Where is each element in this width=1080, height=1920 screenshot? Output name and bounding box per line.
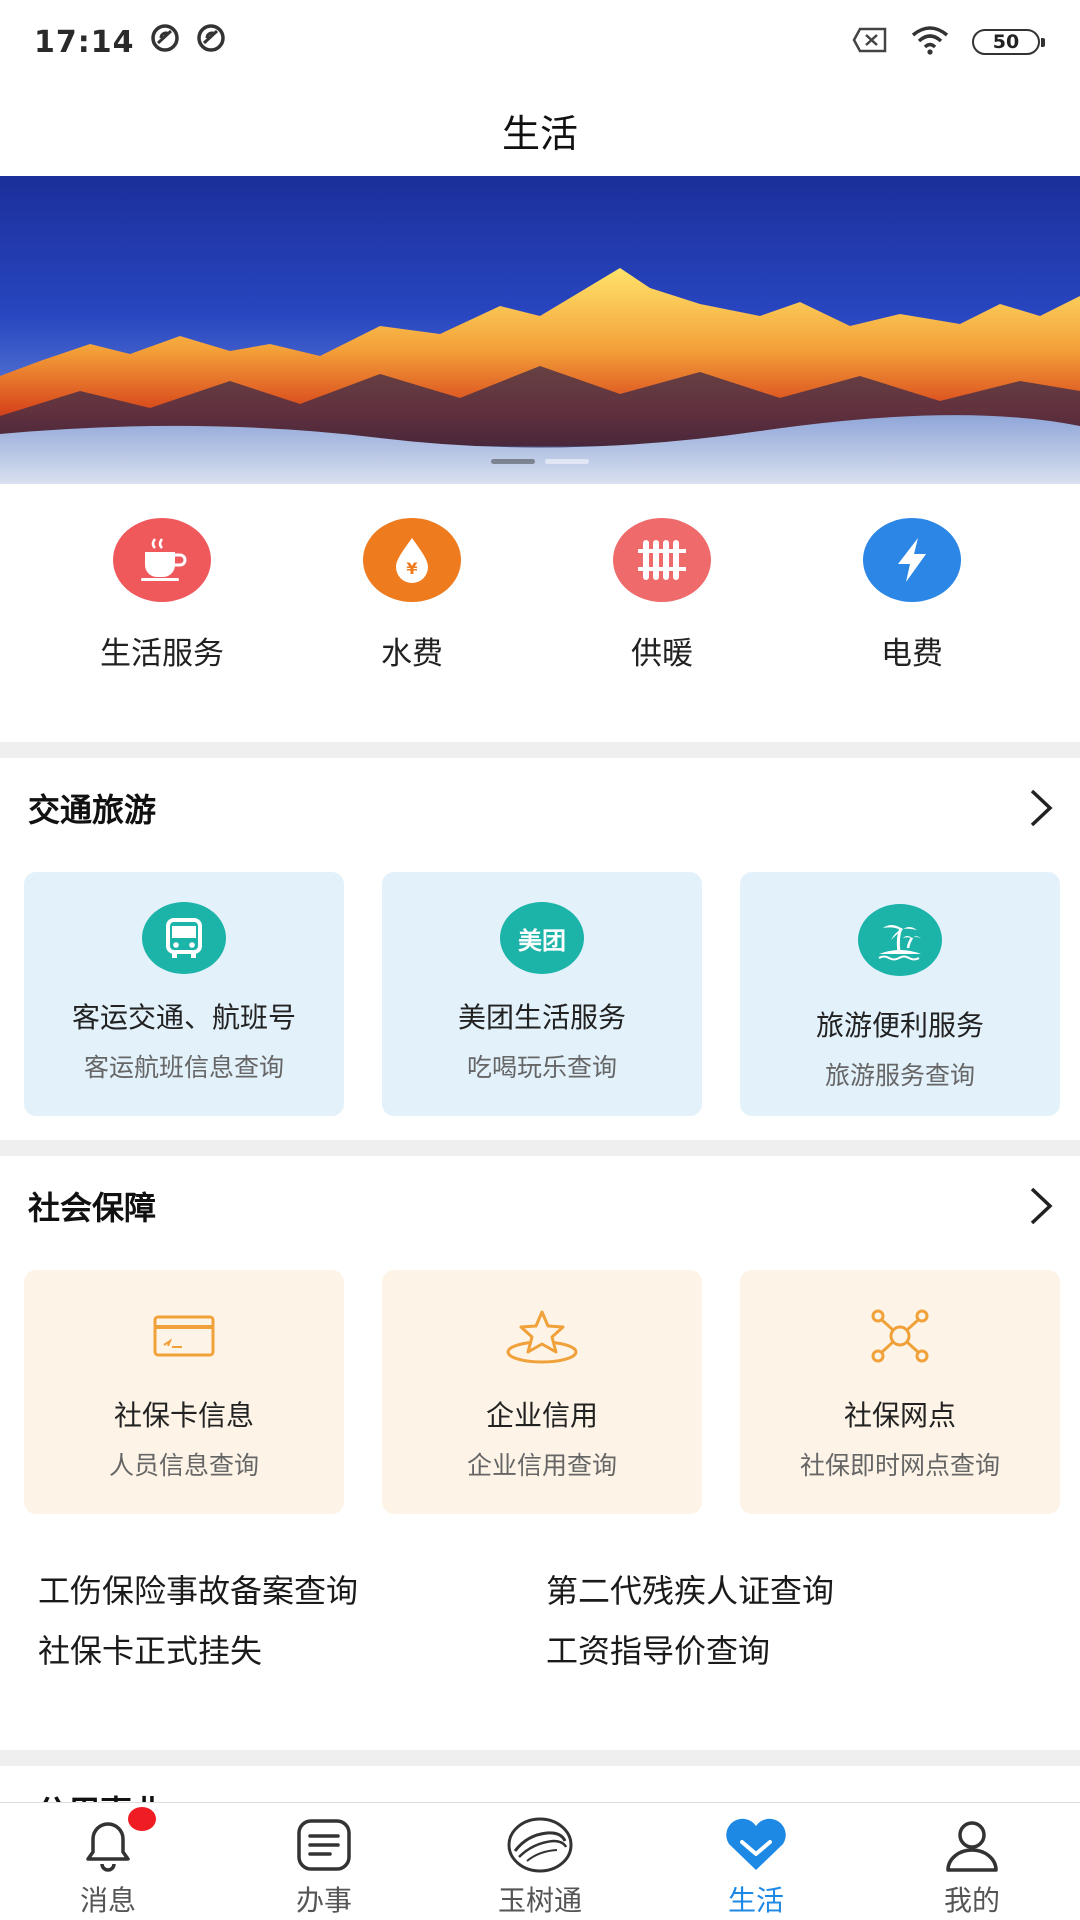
banner-carousel[interactable] [0, 176, 1080, 484]
lightning-icon [863, 518, 961, 602]
banner-pager [0, 459, 1080, 464]
quick-water-fee-label: 水费 [381, 636, 443, 672]
island-palm-icon [858, 904, 942, 976]
card-subtitle: 企业信用查询 [466, 1451, 617, 1480]
notification-icon [149, 22, 181, 62]
star-icon [500, 1300, 584, 1372]
card-title: 社保卡信息 [113, 1399, 254, 1432]
quick-services: 生活服务 ¥ 水费 供暖 电费 [0, 484, 1080, 740]
card-title: 社保网点 [843, 1399, 956, 1432]
transport-section-header[interactable]: 交通旅游 [0, 758, 1080, 858]
card-transport-flight[interactable]: 客运交通、航班号 客运航班信息查询 [24, 872, 344, 1116]
tab-label: 生活 [727, 1884, 784, 1917]
section-title: 社会保障 [28, 1189, 157, 1227]
card-travel[interactable]: 旅游便利服务 旅游服务查询 [740, 872, 1060, 1116]
pager-dot [545, 459, 589, 464]
status-left: 17:14 [34, 22, 227, 62]
tab-services[interactable]: 办事 [216, 1803, 432, 1920]
section-divider [0, 1750, 1080, 1766]
id-card-icon [142, 1300, 226, 1372]
mountain-banner-image [0, 176, 1080, 484]
link-injury-insurance[interactable]: 工伤保险事故备案查询 [38, 1572, 546, 1610]
tab-label: 消息 [79, 1884, 136, 1917]
card-title: 企业信用 [485, 1399, 598, 1432]
card-subtitle: 客运航班信息查询 [83, 1053, 284, 1082]
quick-heating[interactable]: 供暖 [537, 484, 787, 740]
app-logo-icon [504, 1815, 576, 1875]
svg-text:¥: ¥ [406, 559, 417, 578]
tab-label: 我的 [943, 1884, 1000, 1917]
card-subtitle: 社保即时网点查询 [799, 1451, 1000, 1480]
no-sim-icon [852, 27, 888, 57]
notification-icon [195, 22, 227, 62]
battery-icon: 50 [972, 29, 1045, 55]
meituan-icon-text: 美团 [518, 926, 566, 955]
card-title: 客运交通、航班号 [71, 1001, 296, 1034]
bottom-tab-bar: 消息 办事 玉树通 生活 我的 [0, 1802, 1080, 1920]
social-cards: 社保卡信息 人员信息查询 企业信用 企业信用查询 社保网点 社保即时网点查询 [24, 1270, 1060, 1514]
quick-electric-fee[interactable]: 电费 [787, 484, 1037, 740]
card-subtitle: 旅游服务查询 [824, 1061, 975, 1090]
network-icon [858, 1300, 942, 1372]
radiator-icon [613, 518, 711, 602]
meituan-icon: 美团 [500, 902, 584, 974]
card-subtitle: 人员信息查询 [108, 1451, 259, 1480]
chevron-right-icon[interactable] [1026, 787, 1056, 829]
quick-life-service-label: 生活服务 [100, 636, 224, 672]
coffee-cup-icon [113, 518, 211, 602]
tab-messages[interactable]: 消息 [0, 1803, 216, 1920]
tab-label: 办事 [295, 1884, 352, 1917]
quick-life-service[interactable]: 生活服务 [37, 484, 287, 740]
card-title: 美团生活服务 [457, 1001, 626, 1034]
notification-badge [128, 1807, 156, 1831]
tab-label: 玉树通 [497, 1884, 582, 1917]
heart-icon [720, 1815, 792, 1875]
social-section-header[interactable]: 社会保障 [0, 1156, 1080, 1256]
bus-icon [142, 902, 226, 974]
status-bar: 17:14 50 [0, 0, 1080, 84]
water-drop-icon: ¥ [363, 518, 461, 602]
link-disability-card[interactable]: 第二代残疾人证查询 [546, 1572, 1046, 1610]
tab-life[interactable]: 生活 [648, 1803, 864, 1920]
link-card-loss-report[interactable]: 社保卡正式挂失 [38, 1632, 546, 1670]
section-divider [0, 1140, 1080, 1156]
section-divider [0, 742, 1080, 758]
profile-icon [936, 1815, 1008, 1875]
chevron-right-icon[interactable] [1026, 1185, 1056, 1227]
status-time: 17:14 [34, 24, 135, 60]
card-subtitle: 吃喝玩乐查询 [466, 1053, 617, 1082]
utilities-section-header[interactable]: 公用事业 [0, 1768, 1080, 1804]
page-title: 生活 [501, 111, 578, 156]
transport-cards: 客运交通、航班号 客运航班信息查询 美团 美团生活服务 吃喝玩乐查询 旅游便利服… [24, 872, 1060, 1116]
quick-electric-fee-label: 电费 [881, 636, 943, 672]
card-social-card-info[interactable]: 社保卡信息 人员信息查询 [24, 1270, 344, 1514]
card-social-outlets[interactable]: 社保网点 社保即时网点查询 [740, 1270, 1060, 1514]
quick-heating-label: 供暖 [631, 636, 693, 672]
tab-yushutong[interactable]: 玉树通 [432, 1803, 648, 1920]
quick-water-fee[interactable]: ¥ 水费 [287, 484, 537, 740]
section-title: 交通旅游 [28, 791, 157, 829]
tab-profile[interactable]: 我的 [864, 1803, 1080, 1920]
card-enterprise-credit[interactable]: 企业信用 企业信用查询 [382, 1270, 702, 1514]
social-links: 工伤保险事故备案查询 第二代残疾人证查询 社保卡正式挂失 工资指导价查询 [38, 1572, 1058, 1670]
wifi-icon [910, 25, 950, 59]
page-title-bar: 生活 [0, 84, 1080, 176]
document-icon [288, 1815, 360, 1875]
link-wage-guidance[interactable]: 工资指导价查询 [546, 1632, 1046, 1670]
card-title: 旅游便利服务 [815, 1009, 984, 1042]
card-meituan[interactable]: 美团 美团生活服务 吃喝玩乐查询 [382, 872, 702, 1116]
status-right: 50 [852, 25, 1045, 59]
pager-dot [491, 459, 535, 464]
